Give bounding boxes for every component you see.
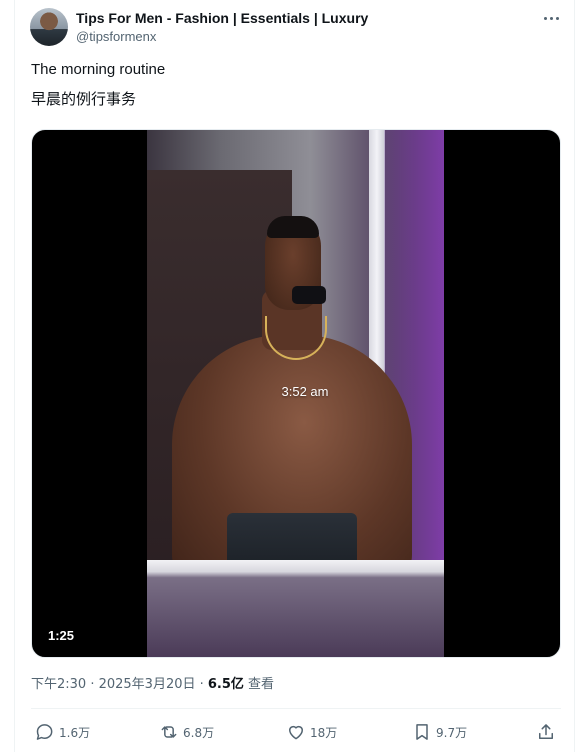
view-count: 6.5亿 [207,677,244,692]
repost-button[interactable]: 6.8万 [159,720,214,744]
post-timestamp[interactable]: 下午2:30 · 2025年3月20日 · [31,677,208,692]
like-button[interactable]: 18万 [286,720,337,744]
video-scene-sink [147,560,444,657]
repost-count: 6.8万 [183,725,215,740]
repost-icon [161,726,177,738]
bookmark-icon [416,724,428,740]
video-caption-time: 3:52 am [281,384,329,399]
reply-button[interactable]: 1.6万 [35,720,90,744]
share-icon [539,724,553,739]
like-icon [289,725,303,740]
like-count: 18万 [310,725,338,740]
author-handle[interactable]: @tipsformenx [76,28,156,45]
reply-icon [36,724,53,740]
frame-border-right [574,0,575,752]
divider [31,708,561,709]
action-bar: 1.6万 6.8万 18万 9.7万 [31,720,561,744]
share-button[interactable] [536,720,556,744]
post-header: Tips For Men - Fashion | Essentials | Lu… [30,8,562,48]
frame-border-left [14,0,15,752]
video-scene-hair [267,216,319,238]
post-text-line-1: The morning routine [31,61,166,78]
video-player[interactable]: 3:52 am 1:25 [31,129,561,658]
video-duration: 1:25 [48,628,75,643]
post-text-line-2: 早晨的例行事务 [31,90,137,108]
bookmark-count: 9.7万 [436,725,468,740]
bookmark-button[interactable]: 9.7万 [412,720,467,744]
reply-count: 1.6万 [59,725,91,740]
avatar[interactable] [30,8,68,46]
view-label: 查看 [243,677,275,692]
more-icon[interactable] [540,8,562,28]
post-meta: 下午2:30 · 2025年3月20日 · 6.5亿 查看 [31,676,274,694]
video-scene-mouth-tape [292,286,326,304]
author-name[interactable]: Tips For Men - Fashion | Essentials | Lu… [76,9,368,27]
